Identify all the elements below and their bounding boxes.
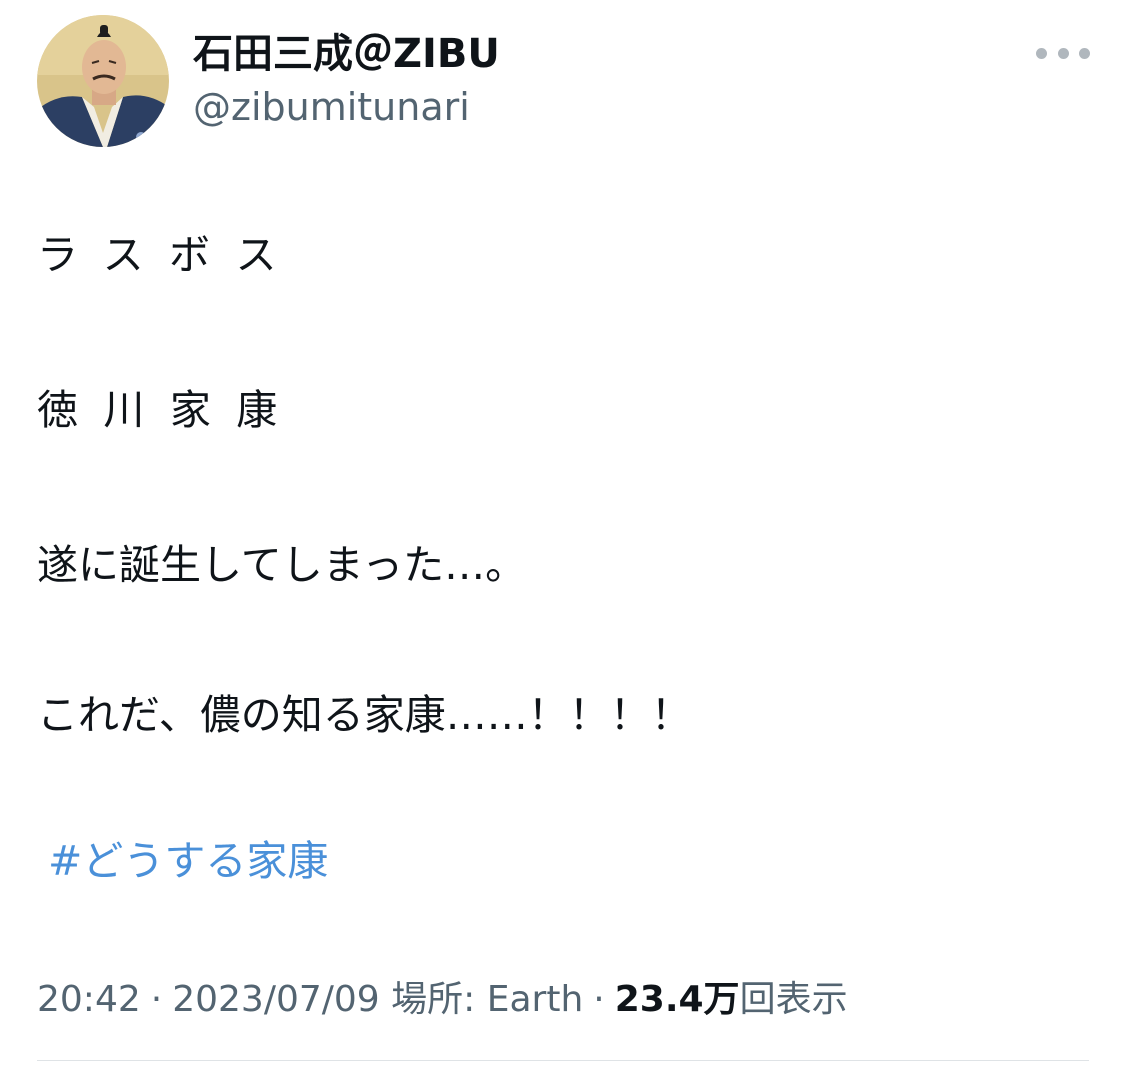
- tweet-line: これだ、儂の知る家康……！！！！: [37, 691, 692, 739]
- samurai-portrait-avatar-icon: [37, 15, 169, 147]
- divider: [37, 1060, 1089, 1061]
- author-handle[interactable]: @zibumitunari: [193, 84, 470, 130]
- views-count: 23.4万: [614, 979, 740, 1020]
- tweet-date[interactable]: 2023/07/09: [172, 979, 380, 1020]
- more-horizontal-icon: [1036, 47, 1047, 59]
- tweet-time[interactable]: 20:42: [37, 979, 141, 1020]
- tweet-line: ラスボス: [37, 231, 302, 279]
- tweet-metadata: 20:42 · 2023/07/09 場所: Earth · 23.4万回表示: [37, 973, 848, 1027]
- more-horizontal-icon-dot: [1079, 47, 1090, 59]
- meta-separator: ·: [150, 979, 163, 1020]
- author-display-name[interactable]: 石田三成＠ZIBU: [193, 30, 500, 78]
- hashtag-link[interactable]: #どうする家康: [48, 831, 328, 891]
- tweet-line: 徳川家康: [37, 386, 303, 434]
- more-horizontal-icon-dot: [1057, 47, 1069, 59]
- more-options-button[interactable]: [1036, 38, 1090, 68]
- tweet-line: 遂に誕生してしまった…。: [37, 541, 527, 589]
- tweet-location: 場所: Earth: [391, 979, 584, 1020]
- author-avatar[interactable]: [37, 15, 169, 147]
- meta-separator: ·: [593, 979, 605, 1020]
- views-label: 回表示: [739, 979, 848, 1020]
